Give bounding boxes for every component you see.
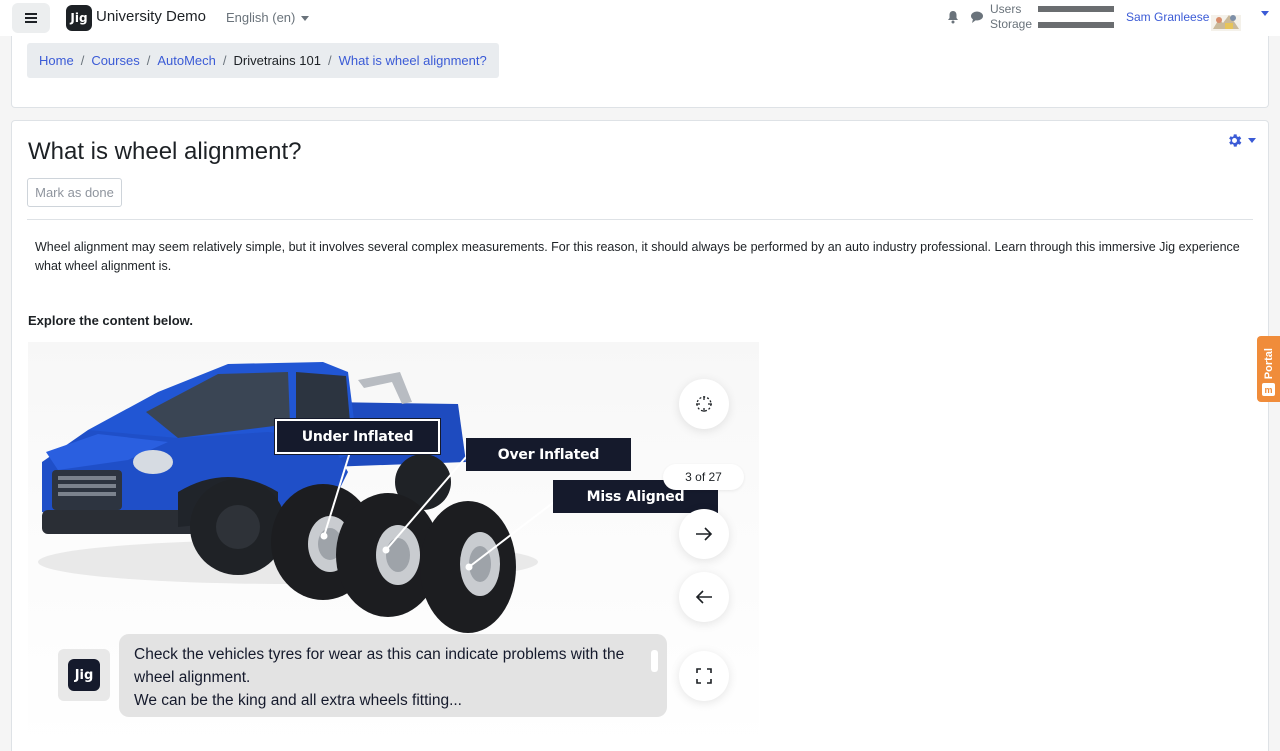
breadcrumb-separator: / bbox=[327, 53, 332, 68]
arrow-left-icon bbox=[695, 590, 712, 604]
step-counter: 3 of 27 bbox=[663, 464, 744, 490]
portal-side-tab[interactable]: Portal m bbox=[1257, 336, 1280, 402]
breadcrumb-courses[interactable]: Courses bbox=[91, 53, 139, 68]
caption-main: Check the vehicles tyres for wear as thi… bbox=[134, 646, 625, 686]
divider bbox=[27, 219, 1253, 220]
bell-icon[interactable] bbox=[946, 10, 960, 24]
caption-overflow: We can be the king and all extra wheels … bbox=[134, 692, 462, 709]
explore-heading: Explore the content below. bbox=[28, 313, 193, 328]
portal-label: Portal bbox=[1262, 347, 1275, 379]
breadcrumb-automech[interactable]: AutoMech bbox=[157, 53, 216, 68]
portal-icon: m bbox=[1262, 383, 1275, 396]
user-menu-name[interactable]: Sam Granleese bbox=[1126, 10, 1209, 24]
previous-step-button[interactable] bbox=[679, 572, 729, 622]
avatar[interactable] bbox=[1211, 9, 1241, 31]
chevron-down-icon bbox=[301, 16, 310, 22]
quota-users-label: Users bbox=[990, 2, 1022, 16]
intro-text: Wheel alignment may seem relatively simp… bbox=[35, 240, 1240, 273]
fullscreen-button[interactable] bbox=[679, 651, 729, 701]
site-logo[interactable]: Jig bbox=[66, 5, 92, 31]
caption-scrollbar[interactable] bbox=[651, 650, 658, 672]
arrow-right-icon bbox=[696, 527, 713, 541]
storage-quota-bar bbox=[1038, 22, 1114, 28]
breadcrumb-separator: / bbox=[146, 53, 151, 68]
hamburger-icon bbox=[25, 13, 37, 23]
language-label: English (en) bbox=[226, 10, 296, 25]
breadcrumb: Home / Courses / AutoMech / Drivetrains … bbox=[27, 43, 499, 78]
caption-bubble[interactable]: Check the vehicles tyres for wear as thi… bbox=[119, 634, 667, 717]
users-quota-bar bbox=[1038, 6, 1114, 12]
mark-as-done-button[interactable]: Mark as done bbox=[27, 178, 122, 207]
hotspot-under-inflated[interactable]: Under Inflated bbox=[274, 418, 441, 455]
chevron-down-icon[interactable] bbox=[1261, 11, 1269, 16]
quota-labels: Users Storage bbox=[990, 2, 1032, 32]
breadcrumb-home[interactable]: Home bbox=[39, 53, 74, 68]
caption-text: Check the vehicles tyres for wear as thi… bbox=[134, 643, 644, 712]
hamburger-menu-button[interactable] bbox=[12, 3, 50, 33]
language-selector[interactable]: English (en) bbox=[226, 10, 310, 25]
recenter-button[interactable] bbox=[679, 379, 729, 429]
gear-icon bbox=[1229, 134, 1242, 147]
breadcrumb-separator: / bbox=[222, 53, 227, 68]
quota-storage-label: Storage bbox=[990, 17, 1033, 31]
next-step-button[interactable] bbox=[679, 509, 729, 559]
jig-logo-badge: Jig bbox=[58, 649, 110, 701]
breadcrumb-separator: / bbox=[80, 53, 85, 68]
hotspot-over-inflated[interactable]: Over Inflated bbox=[466, 438, 631, 471]
chat-icon[interactable] bbox=[970, 10, 984, 24]
activity-settings-menu[interactable] bbox=[1226, 132, 1256, 149]
jig-logo: Jig bbox=[68, 659, 100, 691]
top-navbar: Jig University Demo English (en) Users S… bbox=[0, 0, 1280, 36]
jig-3d-viewer[interactable]: Under Inflated Over Inflated Miss Aligne… bbox=[28, 342, 759, 751]
breadcrumb-current-page[interactable]: What is wheel alignment? bbox=[339, 53, 487, 68]
fullscreen-icon bbox=[696, 668, 712, 684]
recenter-icon bbox=[696, 396, 712, 412]
breadcrumb-drivetrains: Drivetrains 101 bbox=[233, 53, 321, 68]
chevron-down-icon bbox=[1248, 138, 1256, 143]
site-name[interactable]: University Demo bbox=[96, 8, 206, 25]
page-title: What is wheel alignment? bbox=[28, 138, 302, 165]
